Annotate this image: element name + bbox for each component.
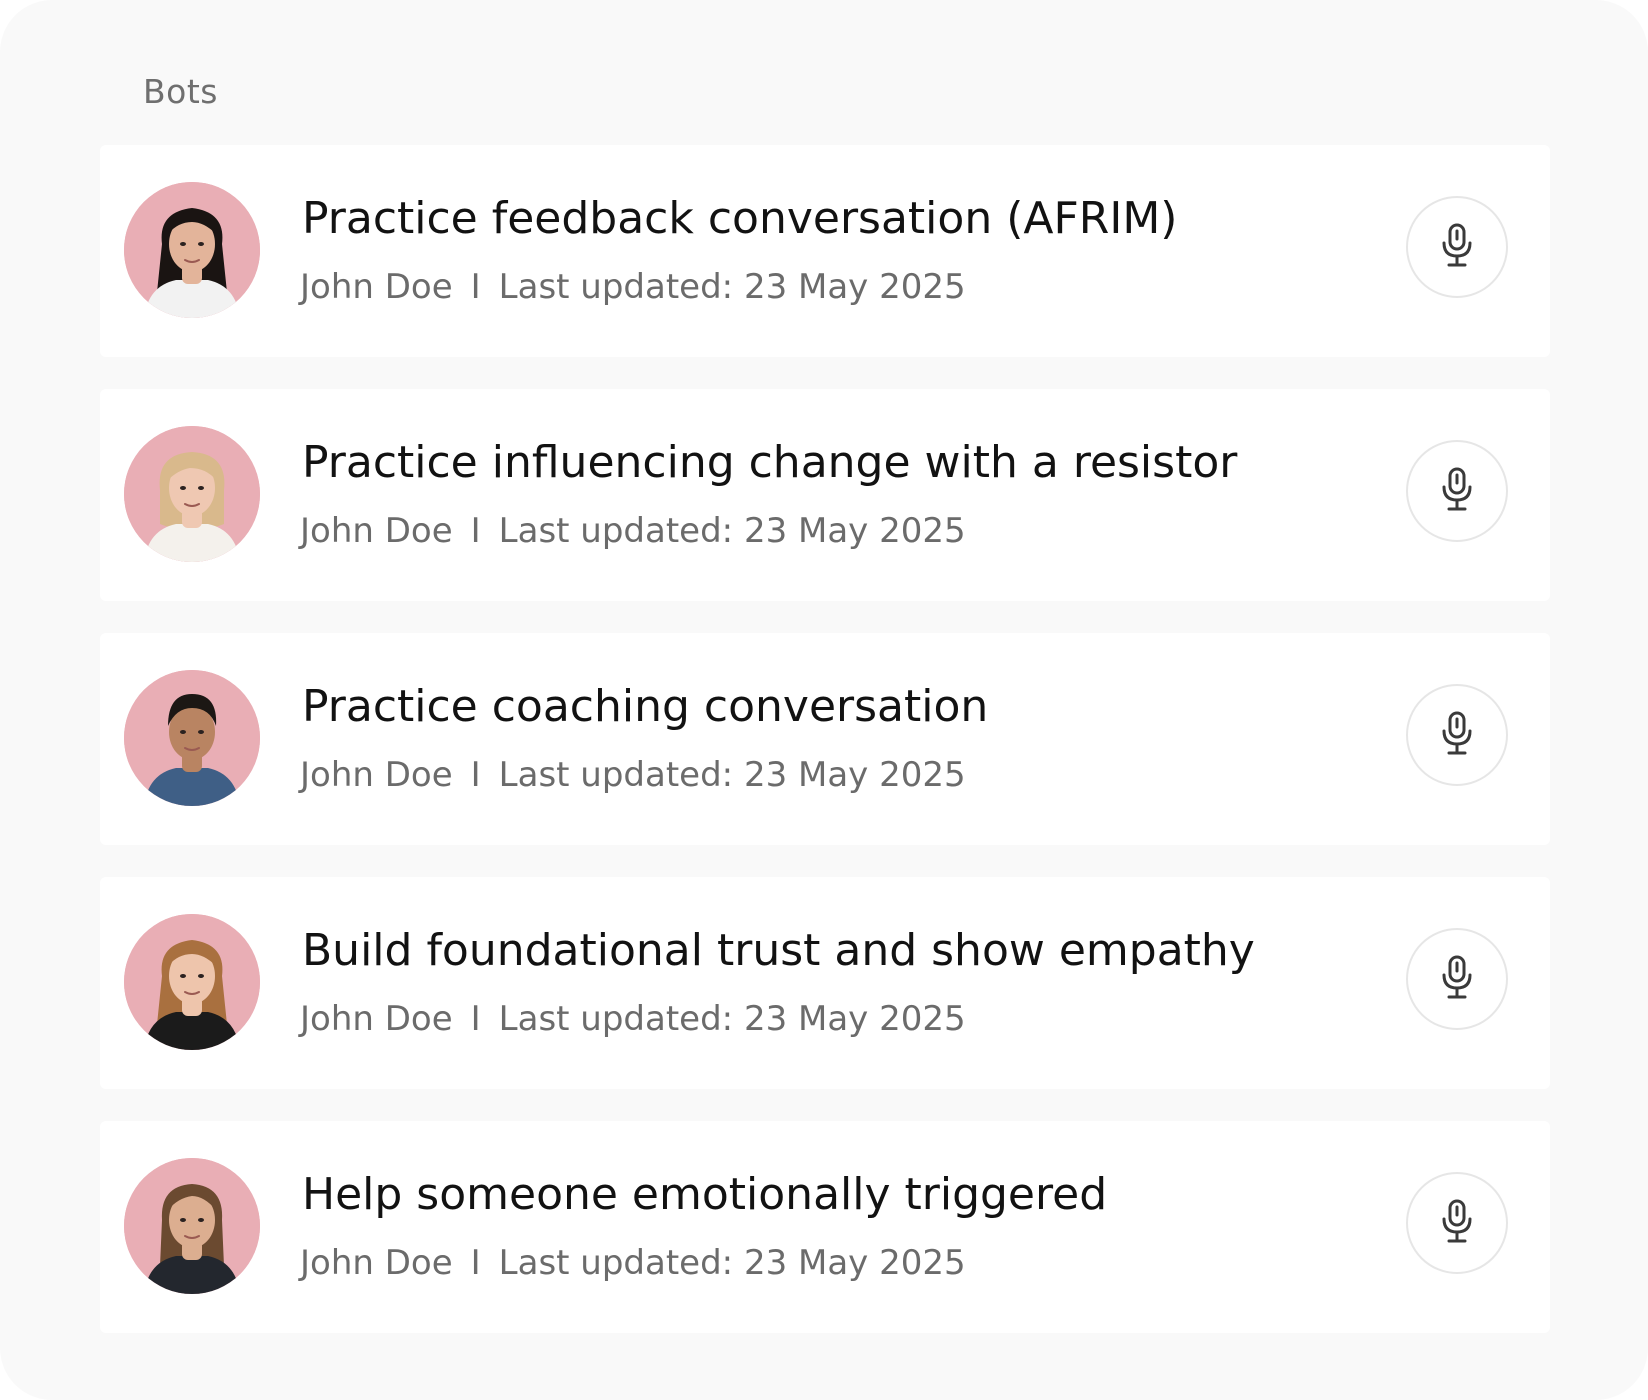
bot-updated: Last updated: 23 May 2025 xyxy=(498,1243,966,1283)
microphone-icon xyxy=(1440,711,1474,759)
person-portrait xyxy=(124,670,260,806)
person-portrait xyxy=(124,426,260,562)
person-portrait xyxy=(124,182,260,318)
start-voice-button[interactable] xyxy=(1406,684,1508,786)
start-voice-button[interactable] xyxy=(1406,196,1508,298)
microphone-glyph xyxy=(1442,955,1472,999)
bot-title: Practice influencing change with a resis… xyxy=(302,437,1238,488)
person-portrait xyxy=(124,1158,260,1294)
bot-updated: Last updated: 23 May 2025 xyxy=(498,267,966,307)
meta-separator: I xyxy=(470,267,481,307)
bot-author: John Doe xyxy=(300,999,453,1039)
bot-author: John Doe xyxy=(300,755,453,795)
bot-list: Practice feedback conversation (AFRIM) J… xyxy=(100,145,1550,1365)
microphone-icon xyxy=(1440,955,1474,1003)
meta-separator: I xyxy=(470,755,481,795)
microphone-icon xyxy=(1440,1199,1474,1247)
bot-author: John Doe xyxy=(300,1243,453,1283)
bot-meta: John Doe I Last updated: 23 May 2025 xyxy=(300,267,966,307)
bot-avatar xyxy=(124,670,260,806)
bot-avatar xyxy=(124,182,260,318)
meta-separator: I xyxy=(470,999,481,1039)
bot-avatar xyxy=(124,426,260,562)
start-voice-button[interactable] xyxy=(1406,440,1508,542)
bot-avatar xyxy=(124,914,260,1050)
bot-title: Practice coaching conversation xyxy=(302,681,989,732)
person-portrait xyxy=(124,914,260,1050)
microphone-icon xyxy=(1440,223,1474,271)
microphone-glyph xyxy=(1442,223,1472,267)
bot-avatar xyxy=(124,1158,260,1294)
bot-meta: John Doe I Last updated: 23 May 2025 xyxy=(300,511,966,551)
bot-updated: Last updated: 23 May 2025 xyxy=(498,755,966,795)
bot-author: John Doe xyxy=(300,267,453,307)
microphone-icon xyxy=(1440,467,1474,515)
section-title: Bots xyxy=(143,72,218,111)
microphone-glyph xyxy=(1442,1199,1472,1243)
microphone-glyph xyxy=(1442,467,1472,511)
bots-panel: Bots Practice feedback conversation (AFR… xyxy=(0,0,1648,1400)
bot-updated: Last updated: 23 May 2025 xyxy=(498,511,966,551)
bot-meta: John Doe I Last updated: 23 May 2025 xyxy=(300,755,966,795)
bot-card[interactable]: Build foundational trust and show empath… xyxy=(100,877,1550,1089)
bot-card[interactable]: Practice feedback conversation (AFRIM) J… xyxy=(100,145,1550,357)
bot-meta: John Doe I Last updated: 23 May 2025 xyxy=(300,999,966,1039)
meta-separator: I xyxy=(470,1243,481,1283)
bot-card[interactable]: Practice coaching conversation John Doe I… xyxy=(100,633,1550,845)
bot-card[interactable]: Help someone emotionally triggered John … xyxy=(100,1121,1550,1333)
bot-author: John Doe xyxy=(300,511,453,551)
bot-title: Build foundational trust and show empath… xyxy=(302,925,1255,976)
meta-separator: I xyxy=(470,511,481,551)
bot-title: Practice feedback conversation (AFRIM) xyxy=(302,193,1178,244)
bot-title: Help someone emotionally triggered xyxy=(302,1169,1108,1220)
start-voice-button[interactable] xyxy=(1406,1172,1508,1274)
bot-updated: Last updated: 23 May 2025 xyxy=(498,999,966,1039)
start-voice-button[interactable] xyxy=(1406,928,1508,1030)
microphone-glyph xyxy=(1442,711,1472,755)
bot-meta: John Doe I Last updated: 23 May 2025 xyxy=(300,1243,966,1283)
bot-card[interactable]: Practice influencing change with a resis… xyxy=(100,389,1550,601)
